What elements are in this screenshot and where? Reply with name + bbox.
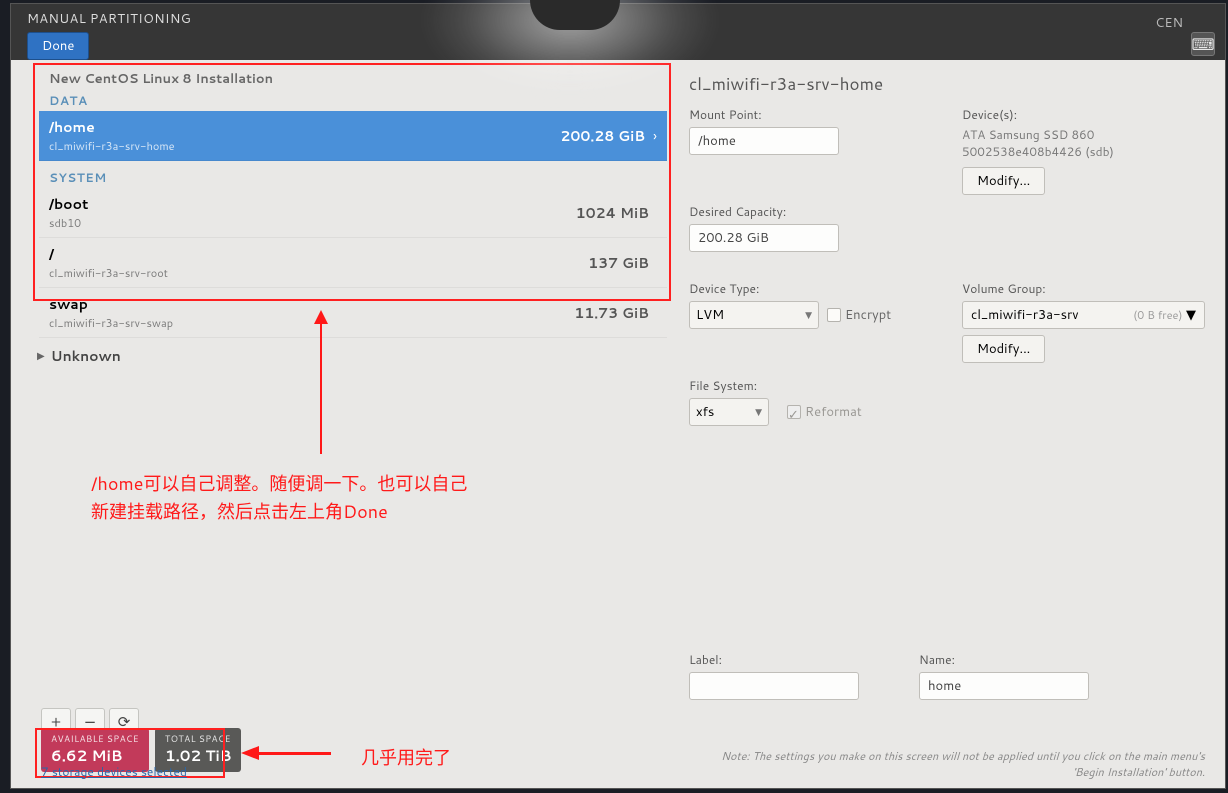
partition-mount: /home (49, 117, 560, 137)
help-icon[interactable]: ⌨ (1191, 32, 1215, 56)
section-data-tag: DATA (49, 92, 671, 109)
caret-down-icon: ▼ (805, 308, 812, 321)
modify-vg-button[interactable]: Modify... (962, 335, 1045, 363)
storage-devices-link[interactable]: 7 storage devices selected (41, 763, 187, 780)
page-title: MANUAL PARTITIONING (27, 10, 191, 28)
name-input[interactable] (919, 672, 1089, 700)
section-system-tag: SYSTEM (49, 169, 671, 186)
unknown-toggle[interactable]: ▶ Unknown (33, 338, 671, 374)
distro-hint: CEN (1155, 14, 1183, 32)
device-title: cl_miwifi-r3a-srv-home (689, 72, 1205, 96)
device-type-label: Device Type: (689, 280, 932, 297)
partition-size: 137 GiB (588, 253, 649, 273)
encrypt-label: Encrypt (845, 306, 891, 324)
modify-devices-button[interactable]: Modify... (962, 167, 1045, 195)
partition-size: 1024 MiB (576, 203, 649, 223)
partition-device: cl_miwifi-r3a-srv-root (49, 265, 588, 281)
filesystem-select[interactable]: xfs▼ (689, 398, 769, 426)
partition-row-home[interactable]: /home cl_miwifi-r3a-srv-home 200.28 GiB … (39, 111, 667, 161)
reformat-checkbox[interactable]: ✓ (787, 405, 801, 419)
name-label: Name: (919, 651, 1089, 668)
caret-down-icon: ▼ (1186, 306, 1196, 324)
volume-group-label: Volume Group: (962, 280, 1205, 297)
caret-down-icon: ▼ (755, 405, 762, 418)
filesystem-label: File System: (689, 377, 932, 394)
partition-size: 200.28 GiB (560, 126, 645, 146)
partition-device: cl_miwifi-r3a-srv-home (49, 138, 560, 154)
install-scheme-title: New CentOS Linux 8 Installation (49, 70, 671, 88)
settings-note: Note: The settings you make on this scre… (689, 748, 1205, 780)
device-info: ATA Samsung SSD 860 5002538e408b4426 (sd… (962, 127, 1205, 161)
partition-row-boot[interactable]: /boot sdb10 1024 MiB (39, 188, 667, 238)
label-label: Label: (689, 651, 859, 668)
annotation-text-2: 几乎用完了 (361, 744, 451, 770)
mount-point-input[interactable] (689, 127, 839, 155)
topbar: MANUAL PARTITIONING Done CEN ⌨ (11, 4, 1225, 60)
desired-capacity-label: Desired Capacity: (689, 203, 932, 220)
reformat-label: Reformat (805, 403, 862, 421)
partition-row-swap[interactable]: swap cl_miwifi-r3a-srv-swap 11.73 GiB (39, 288, 667, 338)
partition-mount: /boot (49, 194, 576, 214)
partition-mount: swap (49, 294, 574, 314)
annotation-text-1: /home可以自己调整。随便调一下。也可以自己 新建挂载路径，然后点击左上角Do… (91, 470, 467, 526)
partition-device: cl_miwifi-r3a-srv-swap (49, 315, 574, 331)
unknown-label: Unknown (51, 346, 121, 366)
partition-mount: / (49, 244, 588, 264)
devices-label: Device(s): (962, 106, 1205, 123)
triangle-right-icon: ▶ (37, 349, 45, 363)
partition-row-root[interactable]: / cl_miwifi-r3a-srv-root 137 GiB (39, 238, 667, 288)
device-type-select[interactable]: LVM▼ (689, 301, 819, 329)
done-button[interactable]: Done (27, 32, 89, 60)
partition-device: sdb10 (49, 215, 576, 231)
chevron-right-icon: › (653, 126, 657, 146)
encrypt-checkbox[interactable] (827, 308, 841, 322)
label-input[interactable] (689, 672, 859, 700)
mount-point-label: Mount Point: (689, 106, 932, 123)
volume-group-select[interactable]: cl_miwifi-r3a-srv (0 B free) ▼ (962, 301, 1205, 329)
desired-capacity-input[interactable] (689, 224, 839, 252)
annotation-arrow-2 (241, 746, 331, 760)
partition-size: 11.73 GiB (574, 303, 649, 323)
